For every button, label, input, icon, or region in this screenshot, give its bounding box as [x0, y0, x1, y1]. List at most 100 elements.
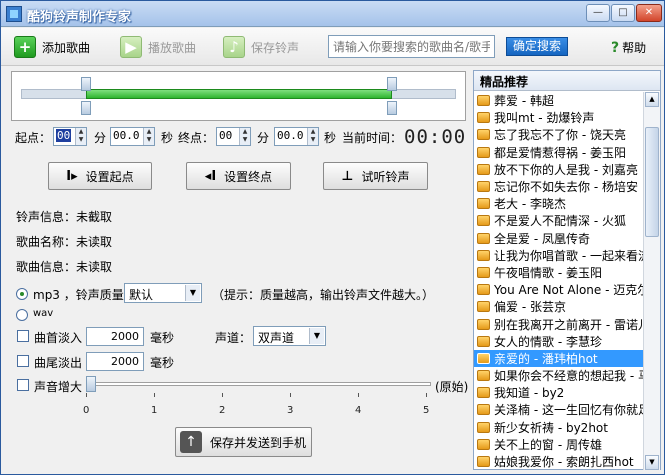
spinner-arrows-icon[interactable]: ▲ ▼ [239, 128, 250, 145]
set-start-button[interactable]: I▸ 设置起点 [48, 162, 152, 190]
close-button[interactable]: ✕ [636, 4, 662, 22]
start-handle-top[interactable] [81, 77, 91, 91]
list-item[interactable]: 女人的情歌 - 李慧珍 [474, 333, 644, 350]
fade-in-checkbox[interactable] [17, 330, 29, 342]
channel-label: 声道： [215, 331, 252, 345]
cart-icon [477, 266, 490, 278]
maximize-button[interactable]: □ [611, 4, 635, 22]
start-second-value: 00.0 [113, 129, 140, 142]
spinner-arrows-icon[interactable]: ▲ ▼ [143, 128, 154, 145]
set-end-button[interactable]: ◂I 设置终点 [186, 162, 291, 190]
end-minute-spinner[interactable]: 00 ▲ ▼ [216, 127, 251, 146]
mp3-radio[interactable] [16, 288, 28, 300]
cart-icon [477, 370, 490, 382]
list-item[interactable]: 别在我离开之前离开 - 雷诺儿 [474, 315, 644, 332]
cart-icon [477, 352, 490, 364]
second-unit: 秒 [324, 131, 337, 145]
list-item[interactable]: 放不下你的人是我 - 刘嘉亮 [474, 161, 644, 178]
list-item[interactable]: 不是爱人不配情深 - 火狐 [474, 212, 644, 229]
slider-tick [86, 393, 87, 397]
slider-tick-label: 5 [423, 405, 430, 416]
minimize-button[interactable]: — [586, 4, 610, 22]
list-item[interactable]: 让我为你唱首歌 - 一起来看流星雨 [474, 247, 644, 264]
recommend-scrollbar[interactable]: ▲ ▼ [643, 92, 660, 470]
list-item[interactable]: 姑娘我爱你 - 索朗扎西hot [474, 453, 644, 470]
scrollbar-thumb[interactable] [645, 127, 659, 237]
list-item[interactable]: 午夜唱情歌 - 姜玉阳 [474, 264, 644, 281]
scroll-up-icon[interactable]: ▲ [645, 92, 659, 107]
list-item-selected[interactable]: 亲爱的 - 潘玮柏hot [474, 349, 644, 367]
scroll-down-icon[interactable]: ▼ [645, 455, 659, 470]
list-item[interactable]: 老大 - 李晓杰 [474, 195, 644, 212]
list-item[interactable]: 关泽楠 - 这一生回忆有你就足够 [474, 401, 644, 418]
end-handle-bottom[interactable] [387, 101, 397, 115]
chevron-down-icon[interactable]: ▼ [309, 328, 324, 344]
music-note-icon: ♪ [223, 36, 245, 58]
volume-original-label: (原始) [435, 380, 469, 394]
start-handle-bottom[interactable] [81, 101, 91, 115]
volume-slider-track[interactable] [89, 382, 431, 386]
fade-out-checkbox[interactable] [17, 355, 29, 367]
search-input[interactable] [328, 35, 495, 58]
save-ringtone-button[interactable]: ♪ 保存铃声 [223, 34, 299, 60]
list-item[interactable]: You Are Not Alone - 迈克尔 [474, 281, 644, 298]
cart-icon [477, 301, 490, 313]
add-song-button[interactable]: + 添加歌曲 [14, 34, 90, 60]
list-item[interactable]: 我知道 - by2 [474, 384, 644, 401]
chevron-down-icon[interactable]: ▼ [185, 285, 200, 301]
list-item[interactable]: 都是爱情惹得祸 - 姜玉阳 [474, 144, 644, 161]
channel-select[interactable]: 双声道 ▼ [253, 326, 326, 346]
spinner-arrows-icon[interactable]: ▲ ▼ [307, 128, 318, 145]
fade-in-input[interactable]: 2000 [86, 327, 144, 346]
volume-slider-thumb[interactable] [86, 376, 96, 392]
upload-arrow-icon: ↑ [180, 431, 202, 453]
end-second-value: 00.0 [277, 129, 304, 142]
current-time-label: 当前时间： [342, 131, 403, 145]
slider-tick-label: 2 [219, 405, 226, 416]
slider-tick-label: 1 [151, 405, 158, 416]
quality-select[interactable]: 默认 ▼ [124, 283, 202, 303]
list-item[interactable]: 忘记你不如失去你 - 杨培安 [474, 178, 644, 195]
slider-tick [426, 393, 427, 397]
search-button[interactable]: 确定搜索 [506, 37, 568, 56]
start-minute-spinner[interactable]: 00 ▲ ▼ [53, 127, 87, 146]
save-and-send-button[interactable]: ↑ 保存并发送到手机 [175, 427, 312, 457]
recommend-header: 精品推荐 [474, 71, 660, 91]
title-bar[interactable]: 酷狗铃声制作专家 — □ ✕ [1, 1, 664, 27]
list-item[interactable]: 如果你会不经意的想起我 - 马 [474, 367, 644, 384]
recommend-panel: 精品推荐 葬爱 - 韩超 我叫mt - 劲爆铃声 忘了我忘不了你 - 饶天亮 都… [473, 70, 661, 470]
volume-boost-checkbox[interactable] [17, 379, 29, 391]
slider-tick [358, 393, 359, 397]
preview-ringtone-button[interactable]: ⊥ 试听铃声 [323, 162, 428, 190]
list-item[interactable]: 忘了我忘不了你 - 饶天亮 [474, 126, 644, 143]
list-item[interactable]: 葬爱 - 韩超 [474, 92, 644, 109]
spinner-arrows-icon[interactable]: ▲ ▼ [75, 128, 86, 145]
set-start-icon: I▸ [66, 168, 78, 184]
end-minute-value: 00 [219, 129, 233, 142]
play-song-label: 播放歌曲 [148, 40, 197, 55]
slider-tick-label: 4 [355, 405, 362, 416]
preview-label: 试听铃声 [361, 169, 410, 184]
recommend-list: 葬爱 - 韩超 我叫mt - 劲爆铃声 忘了我忘不了你 - 饶天亮 都是爱情惹得… [474, 92, 644, 470]
start-second-spinner[interactable]: 00.0 ▲ ▼ [110, 127, 155, 146]
list-item[interactable]: 新少女祈祷 - by2hot [474, 419, 644, 436]
fade-in-unit: 毫秒 [150, 331, 175, 345]
fade-out-unit: 毫秒 [150, 356, 175, 370]
end-second-spinner[interactable]: 00.0 ▲ ▼ [274, 127, 319, 146]
fade-out-input[interactable]: 2000 [86, 352, 144, 371]
list-item[interactable]: 全是爱 - 凤凰传奇 [474, 230, 644, 247]
app-window: 酷狗铃声制作专家 — □ ✕ + 添加歌曲 ▶ 播放歌曲 ♪ 保存铃声 确定搜索… [0, 0, 665, 475]
window-title: 酷狗铃声制作专家 [27, 10, 132, 25]
list-item[interactable]: 我叫mt - 劲爆铃声 [474, 109, 644, 126]
help-button[interactable]: ? 帮助 [611, 39, 646, 56]
fade-in-label: 曲首淡入 [34, 331, 83, 345]
volume-boost-label: 声音增大 [34, 380, 83, 394]
play-song-button[interactable]: ▶ 播放歌曲 [120, 34, 196, 60]
wav-radio[interactable] [16, 309, 28, 321]
list-item[interactable]: 关不上的窗 - 周传雄 [474, 436, 644, 453]
fade-out-label: 曲尾淡出 [34, 356, 83, 370]
selected-range[interactable] [86, 89, 392, 99]
end-handle-top[interactable] [387, 77, 397, 91]
list-item[interactable]: 偏爱 - 张芸京 [474, 298, 644, 315]
cart-icon [477, 438, 490, 450]
